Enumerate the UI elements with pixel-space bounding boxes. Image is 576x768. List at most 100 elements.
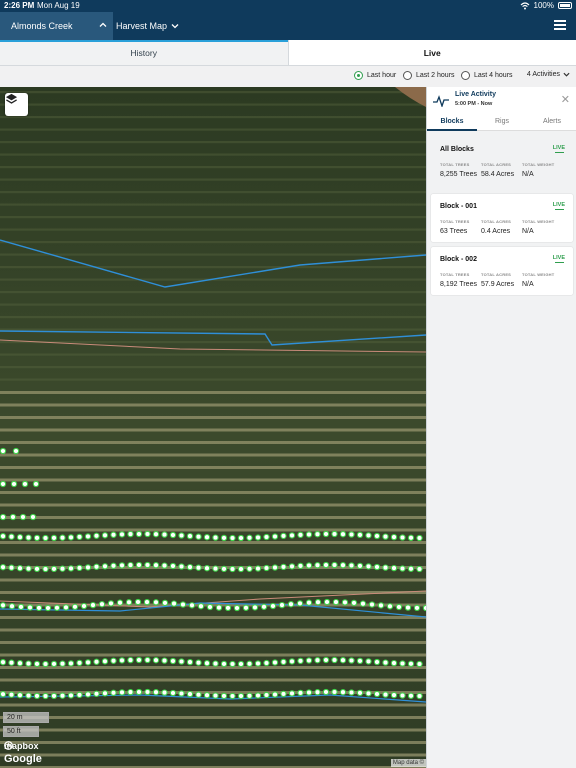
orchard-row-gap (0, 478, 426, 482)
activities-dropdown[interactable]: 4 Activities (527, 71, 570, 78)
harvested-tree-marker (161, 657, 168, 664)
harvested-tree-marker (382, 564, 389, 571)
harvested-tree-marker (50, 692, 58, 700)
map-canvas[interactable] (0, 87, 426, 768)
live-activity-panel: Live Activity 5:00 PM - Now ✕ Blocks Rig… (426, 87, 576, 768)
harvested-tree-marker (314, 599, 322, 606)
panel-title: Live Activity (455, 91, 496, 98)
map-mode-selector[interactable]: Harvest Map (116, 12, 179, 40)
harvested-tree-marker (152, 531, 160, 538)
harvested-tree-marker (19, 513, 27, 521)
harvested-tree-marker (390, 659, 398, 667)
tab-rigs[interactable]: Rigs (477, 114, 527, 131)
harvested-tree-marker (365, 690, 372, 697)
harvested-tree-marker (229, 534, 236, 542)
harvested-tree-marker (143, 598, 151, 606)
harvested-tree-marker (271, 659, 279, 666)
harvested-tree-marker (271, 691, 279, 698)
acres-header: TOTAL ACRES (481, 162, 512, 167)
block-card-002[interactable]: Block - 002 LIVE TOTAL TREES 8,192 Trees … (431, 247, 573, 295)
active-tab-indicator (0, 40, 288, 42)
harvested-tree-marker (118, 531, 126, 538)
orchard-row-gap (0, 753, 426, 757)
harvested-tree-marker (254, 534, 262, 541)
orchard-row-gap (0, 153, 426, 156)
filter-last-2-hours[interactable]: Last 2 hours (403, 71, 455, 80)
harvested-tree-marker (116, 599, 124, 606)
harvested-tree-marker (399, 660, 406, 667)
acres-value: 0.4 Acres (481, 228, 511, 235)
harvested-tree-marker (59, 660, 66, 667)
trees-value: 8,192 Trees (440, 281, 477, 288)
trees-header: TOTAL TREES (440, 162, 470, 167)
tab-alerts[interactable]: Alerts (527, 114, 576, 131)
harvested-tree-marker (271, 533, 279, 540)
harvested-tree-marker (233, 604, 241, 612)
satellite-map[interactable]: 20 m 50 ft mapbox Google Map data © (0, 87, 426, 768)
harvested-tree-marker (93, 563, 100, 570)
orchard-row-gap (0, 716, 426, 719)
block-card-001[interactable]: Block - 001 LIVE TOTAL TREES 63 Trees TOT… (431, 194, 573, 242)
filter-last-hour[interactable]: Last hour (354, 71, 396, 80)
orchard-row-gap (0, 428, 426, 432)
harvested-tree-marker (237, 534, 245, 542)
weight-stat: TOTAL WEIGHT N/A (522, 272, 554, 288)
harvested-tree-marker (127, 530, 134, 538)
weight-header: TOTAL WEIGHT (522, 272, 555, 277)
harvested-tree-marker (144, 561, 151, 569)
harvested-tree-marker (399, 534, 406, 541)
close-icon[interactable]: ✕ (561, 93, 570, 106)
status-date: Mon Aug 19 (37, 1, 80, 10)
harvested-tree-marker (203, 534, 211, 541)
harvested-tree-marker (152, 599, 160, 606)
block-card-all[interactable]: All Blocks LIVE TOTAL TREES 8,255 Trees T… (431, 137, 573, 185)
harvested-tree-marker (195, 691, 202, 698)
harvested-tree-marker (135, 656, 143, 664)
radio-selected-icon (354, 71, 363, 80)
harvested-tree-marker (0, 480, 7, 488)
orchard-row-gap (0, 541, 426, 544)
harvested-tree-marker (195, 564, 202, 571)
harvested-tree-marker (246, 565, 253, 572)
harvested-tree-marker (161, 599, 169, 607)
harvested-tree-marker (76, 564, 83, 572)
map-layers-button[interactable] (5, 93, 28, 116)
harvested-tree-marker (135, 688, 143, 696)
live-badge: LIVE (552, 145, 565, 151)
harvested-tree-marker (101, 658, 109, 665)
harvested-tree-marker (288, 690, 296, 697)
harvested-tree-marker (280, 532, 287, 540)
tab-live[interactable]: Live (287, 40, 576, 65)
harvested-tree-marker (305, 599, 313, 606)
hamburger-menu-icon[interactable] (554, 20, 566, 30)
harvested-tree-marker (297, 531, 304, 539)
mapbox-logo[interactable]: mapbox (4, 741, 39, 751)
harvested-tree-marker (377, 602, 385, 609)
orchard-row-gap (0, 116, 426, 119)
harvested-tree-marker (110, 531, 117, 538)
harvested-tree-marker (67, 692, 75, 699)
farm-selector[interactable]: Almonds Creek (0, 12, 113, 40)
harvested-tree-marker (237, 660, 245, 668)
mapbox-icon (4, 741, 13, 750)
tab-blocks[interactable]: Blocks (427, 114, 477, 131)
harvested-tree-marker (386, 603, 394, 610)
harvested-tree-marker (195, 533, 202, 540)
harvested-tree-marker (110, 689, 117, 696)
orchard-row-gap (0, 228, 426, 231)
block-name: All Blocks (440, 146, 474, 153)
tab-history[interactable]: History (0, 40, 288, 65)
orchard-row-gap (0, 91, 426, 94)
harvested-tree-marker (331, 656, 338, 664)
filter-last-4-hours[interactable]: Last 4 hours (461, 71, 513, 80)
acres-value: 58.4 Acres (481, 171, 515, 178)
harvested-tree-marker (179, 601, 187, 608)
harvested-tree-marker (212, 660, 219, 667)
harvested-tree-marker (50, 534, 58, 542)
orchard-row-gap (0, 553, 426, 557)
map-data-attribution[interactable]: Map data © (390, 759, 426, 767)
trees-header: TOTAL TREES (440, 272, 470, 277)
harvested-tree-marker (263, 691, 270, 699)
harvested-tree-marker (93, 690, 100, 697)
harvested-tree-marker (152, 657, 160, 664)
